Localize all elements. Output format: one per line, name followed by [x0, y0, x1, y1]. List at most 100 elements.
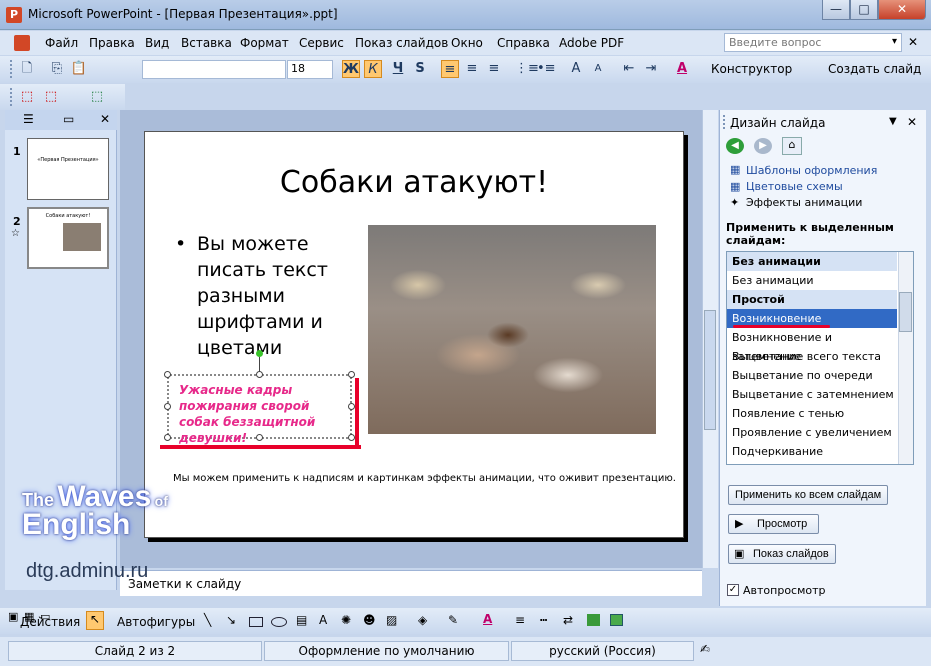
help-search-input[interactable]: Введите вопрос: [724, 33, 902, 52]
decrease-font-icon[interactable]: A: [589, 60, 607, 78]
actions-menu[interactable]: Действия: [20, 615, 80, 629]
oval-icon[interactable]: [271, 617, 287, 627]
resize-handle[interactable]: [256, 434, 263, 441]
align-left-icon[interactable]: ≡: [441, 60, 459, 78]
link-templates[interactable]: Шаблоны оформления: [746, 164, 877, 177]
decrease-indent-icon[interactable]: ⇤: [620, 60, 638, 78]
shadow-style-icon[interactable]: [587, 614, 600, 626]
slide-thumbnail-2[interactable]: Собаки атакуют!: [27, 207, 109, 269]
select-pointer-icon[interactable]: ↖: [86, 611, 104, 630]
animation-scheme-item[interactable]: Появление с тенью: [727, 404, 897, 423]
list-scrollbar[interactable]: [898, 252, 913, 464]
outline-tab-icon[interactable]: ☰: [23, 112, 34, 126]
back-icon[interactable]: ◀: [726, 138, 744, 154]
animation-scheme-item[interactable]: Подчеркивание: [727, 442, 897, 461]
notes-pane[interactable]: Заметки к слайду: [120, 570, 702, 596]
list-scroll-thumb[interactable]: [899, 292, 912, 332]
font-color-icon[interactable]: A: [673, 60, 691, 78]
review-icon[interactable]: ⬚: [88, 88, 106, 106]
apply-all-button[interactable]: Применить ко всем слайдам: [728, 485, 889, 505]
align-right-icon[interactable]: ≡: [485, 60, 503, 78]
menu-insert[interactable]: Вставка: [181, 36, 232, 50]
menu-tools[interactable]: Сервис: [299, 36, 344, 50]
clipart-icon[interactable]: ☻: [363, 613, 376, 627]
italic-button[interactable]: К: [364, 60, 382, 78]
resize-handle[interactable]: [164, 371, 171, 378]
autopreview-checkbox[interactable]: ✓: [727, 584, 739, 596]
resize-handle[interactable]: [164, 434, 171, 441]
numbering-icon[interactable]: ⋮≡: [515, 60, 539, 78]
arrow-icon[interactable]: ↘: [226, 613, 236, 627]
resize-handle[interactable]: [348, 434, 355, 441]
increase-font-icon[interactable]: A: [567, 60, 585, 78]
close-doc-icon[interactable]: ✕: [908, 35, 918, 49]
link-animation-effects[interactable]: Эффекты анимации: [746, 196, 862, 209]
resize-handle[interactable]: [256, 371, 263, 378]
resize-handle[interactable]: [348, 403, 355, 410]
font-name-combo[interactable]: [142, 60, 286, 79]
3d-style-icon[interactable]: [610, 614, 623, 626]
animation-scheme-item[interactable]: Выцветание всего текста: [727, 347, 897, 366]
menu-file[interactable]: Файл: [45, 36, 78, 50]
document-icon[interactable]: [14, 35, 30, 51]
chevron-down-icon[interactable]: ▾: [892, 36, 897, 47]
maximize-button[interactable]: □: [850, 0, 878, 20]
pdf-email-icon[interactable]: ⬚: [42, 88, 60, 106]
font-size-combo[interactable]: 18: [287, 60, 333, 79]
underline-button[interactable]: Ч: [389, 60, 407, 78]
animation-scheme-item[interactable]: Проявление с увеличением: [727, 423, 897, 442]
slide-thumbnail-1[interactable]: «Первая Презентация»: [27, 138, 109, 200]
pane-grip[interactable]: [723, 115, 726, 129]
menu-view[interactable]: Вид: [145, 36, 169, 50]
menu-window[interactable]: Окно: [451, 36, 483, 50]
slides-tab-icon[interactable]: ▭: [63, 112, 74, 126]
animation-scheme-item[interactable]: Возникновение и затемнение: [727, 328, 897, 363]
bullets-icon[interactable]: •≡: [537, 60, 556, 78]
autoshapes-menu[interactable]: Автофигуры: [117, 615, 195, 629]
slide-footnote[interactable]: Мы можем применить к надписям и картинка…: [173, 473, 676, 484]
shadow-button[interactable]: S: [411, 60, 429, 78]
forward-icon[interactable]: ▶: [754, 138, 772, 154]
minimize-button[interactable]: —: [822, 0, 850, 20]
slide[interactable]: Собаки атакуют! • Вы можете писать текст…: [144, 131, 684, 538]
increase-indent-icon[interactable]: ⇥: [642, 60, 660, 78]
link-color-schemes[interactable]: Цветовые схемы: [746, 180, 843, 193]
rotate-handle[interactable]: [256, 350, 263, 357]
textbox-icon[interactable]: ▤: [296, 613, 307, 627]
close-pane-icon[interactable]: ✕: [100, 112, 110, 126]
resize-handle[interactable]: [164, 403, 171, 410]
pdf-convert-icon[interactable]: ⬚: [18, 88, 36, 106]
menu-adobe-pdf[interactable]: Adobe PDF: [559, 36, 624, 50]
wordart-icon[interactable]: A: [319, 613, 327, 627]
animation-scheme-item[interactable]: Выцветание по очереди: [727, 366, 897, 385]
pane-close-icon[interactable]: ✕: [907, 115, 917, 129]
fill-color-icon[interactable]: ◈: [418, 613, 427, 627]
paste-icon[interactable]: 📋: [70, 60, 88, 78]
copy-icon[interactable]: ⎘: [48, 60, 66, 78]
rectangle-icon[interactable]: [249, 617, 263, 627]
designer-button[interactable]: Конструктор: [711, 62, 792, 76]
menu-format[interactable]: Формат: [240, 36, 289, 50]
new-slide-button[interactable]: Создать слайд: [828, 62, 921, 76]
pane-menu-icon[interactable]: ▼: [889, 116, 897, 127]
normal-view-icon[interactable]: ▣: [8, 610, 18, 623]
new-icon[interactable]: 🗋: [18, 60, 36, 78]
puppies-photo[interactable]: [368, 225, 656, 434]
menu-help[interactable]: Справка: [497, 36, 550, 50]
diagram-icon[interactable]: ✺: [341, 613, 351, 627]
line-color-icon[interactable]: ✎: [448, 613, 458, 627]
bullet-text[interactable]: • Вы можете писать текст разными шрифтам…: [175, 231, 345, 361]
animation-scheme-item[interactable]: Без анимации: [727, 271, 897, 290]
slide-title[interactable]: Собаки атакуют!: [145, 165, 683, 200]
close-button[interactable]: ✕: [878, 0, 926, 20]
caption-textbox[interactable]: Ужасные кадры пожирания сворой собак без…: [167, 374, 352, 445]
resize-handle[interactable]: [348, 371, 355, 378]
font-color-icon[interactable]: A: [483, 612, 492, 626]
spellcheck-icon[interactable]: ✍: [700, 642, 710, 656]
menu-edit[interactable]: Правка: [89, 36, 135, 50]
bold-button[interactable]: Ж: [342, 60, 360, 78]
animation-list[interactable]: Без анимации Без анимации Простой Возникнов…: [726, 251, 914, 465]
home-icon[interactable]: ⌂: [782, 137, 802, 155]
line-icon[interactable]: ╲: [204, 613, 211, 627]
arrow-style-icon[interactable]: ⇄: [563, 613, 573, 627]
